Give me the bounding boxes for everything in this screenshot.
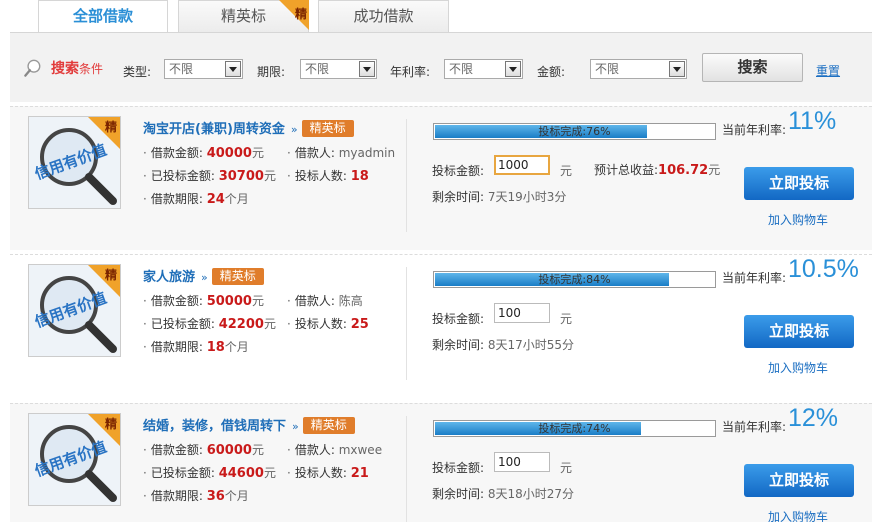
loan-investors: · 投标人数: 21 xyxy=(287,466,369,481)
bid-progress-bar: 投标完成:76% xyxy=(433,123,716,140)
filter-amount-select[interactable]: 不限 xyxy=(590,59,687,79)
filter-amount-label: 金额: xyxy=(537,65,566,79)
search-icon xyxy=(24,59,41,77)
add-to-cart-link[interactable]: 加入购物车 xyxy=(768,508,828,522)
progress-text: 投标完成:74% xyxy=(538,422,611,435)
tab-label: 成功借款 xyxy=(353,7,414,25)
bid-amount-label: 投标金额: xyxy=(432,312,485,326)
elite-badge-text: 精 xyxy=(104,120,117,134)
bid-amount-label: 投标金额: xyxy=(432,461,485,475)
add-to-cart-link[interactable]: 加入购物车 xyxy=(768,359,828,376)
loan-title-row: 淘宝开店(兼职)周转资金 » 精英标 xyxy=(143,118,354,137)
chevron-right-icon: » xyxy=(201,271,208,284)
elite-corner-text: 精 xyxy=(294,7,307,21)
remaining-time: 剩余时间: 8天17小时55分 xyxy=(432,338,575,352)
add-to-cart-link[interactable]: 加入购物车 xyxy=(768,211,828,228)
search-bar: 搜索条件 类型: 不限 期限: 不限 年利率: 不限 金额: 不限 搜索 重置 xyxy=(10,32,872,102)
bid-amount-input[interactable]: 1000 xyxy=(494,155,550,175)
loan-amount: · 借款金额: 40000元 xyxy=(143,146,264,161)
remaining-time: 剩余时间: 8天18小时27分 xyxy=(432,487,575,501)
loan-term: · 借款期限: 36个月 xyxy=(143,489,249,504)
reset-link[interactable]: 重置 xyxy=(816,62,840,79)
invest-now-button[interactable]: 立即投标 xyxy=(744,464,854,497)
loan-title-link[interactable]: 淘宝开店(兼职)周转资金 xyxy=(143,122,285,137)
loan-borrower: · 借款人: 陈高 xyxy=(287,294,363,308)
loan-borrower: · 借款人: myadmin xyxy=(287,146,396,160)
chevron-down-icon xyxy=(669,61,685,77)
loan-invested: · 已投标金额: 42200元 xyxy=(143,317,276,332)
loan-title-link[interactable]: 结婚，装修，借钱周转下 xyxy=(143,419,286,434)
filter-rate-label: 年利率: xyxy=(390,65,431,79)
filter-type-label: 类型: xyxy=(123,65,152,79)
progress-text: 投标完成:76% xyxy=(538,125,611,138)
loan-thumbnail[interactable]: 信用有价值 精 xyxy=(28,413,121,506)
divider xyxy=(406,119,407,232)
elite-tag: 精英标 xyxy=(302,417,355,434)
loan-title-row: 家人旅游 » 精英标 xyxy=(143,266,264,285)
loan-thumbnail[interactable]: 信用有价值 精 xyxy=(28,116,121,209)
elite-badge-text: 精 xyxy=(104,417,117,431)
bid-amount-unit: 元 xyxy=(560,461,573,475)
annual-rate-label: 当前年利率: xyxy=(722,271,787,285)
chevron-right-icon: » xyxy=(292,420,299,433)
filter-term-select[interactable]: 不限 xyxy=(300,59,377,79)
annual-rate-label: 当前年利率: xyxy=(722,420,787,434)
annual-rate-value: 12% xyxy=(788,404,839,432)
bid-amount-label: 投标金额: xyxy=(432,164,485,178)
progress-text: 投标完成:84% xyxy=(538,273,611,286)
tab-elite[interactable]: 精英标 精 xyxy=(178,0,309,32)
loan-term: · 借款期限: 24个月 xyxy=(143,192,249,207)
bid-amount-unit: 元 xyxy=(560,164,573,178)
search-title: 搜索条件 xyxy=(51,61,104,77)
loan-card: 信用有价值 精 淘宝开店(兼职)周转资金 » 精英标 · 借款金额: 40000元 ·… xyxy=(10,106,872,250)
invest-now-button[interactable]: 立即投标 xyxy=(744,315,854,348)
loan-title-link[interactable]: 家人旅游 xyxy=(143,270,195,285)
loan-investors: · 投标人数: 18 xyxy=(287,169,369,184)
bid-amount-input[interactable]: 100 xyxy=(494,303,550,323)
loan-amount: · 借款金额: 60000元 xyxy=(143,443,264,458)
loan-title-row: 结婚，装修，借钱周转下 » 精英标 xyxy=(143,415,355,434)
tab-label: 精英标 xyxy=(220,7,266,25)
loan-card: 信用有价值 精 结婚，装修，借钱周转下 » 精英标 · 借款金额: 60000元 · 借… xyxy=(10,403,872,522)
bid-progress-bar: 投标完成:74% xyxy=(433,420,716,437)
loan-tabs: 全部借款 精英标 精 成功借款 xyxy=(0,0,889,33)
divider xyxy=(406,267,407,380)
remaining-time: 剩余时间: 7天19小时3分 xyxy=(432,190,567,204)
chevron-right-icon: » xyxy=(290,123,298,136)
tab-all-loans[interactable]: 全部借款 xyxy=(38,0,168,33)
loan-card: 信用有价值 精 家人旅游» 精英标 · 借款金额: 50000元 · 借款人: 陈高 … xyxy=(10,254,872,398)
divider xyxy=(406,416,407,522)
annual-rate-label: 当前年利率: xyxy=(722,123,787,137)
annual-rate-value: 10.5% xyxy=(788,255,859,283)
loan-investors: · 投标人数: 25 xyxy=(287,317,369,332)
elite-badge-text: 精 xyxy=(104,268,117,282)
expected-profit: 预计总收益:106.72元 xyxy=(594,163,721,178)
search-button[interactable]: 搜索 xyxy=(702,53,803,82)
elite-tag: 精英标 xyxy=(301,120,354,137)
tab-successful-loans[interactable]: 成功借款 xyxy=(318,0,449,32)
elite-tag: 精英标 xyxy=(211,268,264,285)
bid-progress-bar: 投标完成:84% xyxy=(433,271,716,288)
chevron-down-icon xyxy=(359,61,375,77)
loan-thumbnail[interactable]: 信用有价值 精 xyxy=(28,264,121,357)
annual-rate-value: 11% xyxy=(788,107,837,135)
invest-now-button[interactable]: 立即投标 xyxy=(744,167,854,200)
bid-amount-input[interactable]: 100 xyxy=(494,452,550,472)
loan-invested: · 已投标金额: 30700元 xyxy=(143,169,276,184)
filter-type-select[interactable]: 不限 xyxy=(164,59,243,79)
loan-invested: · 已投标金额: 44600元 xyxy=(143,466,276,481)
filter-term-label: 期限: xyxy=(257,65,286,79)
filter-rate-select[interactable]: 不限 xyxy=(444,59,523,79)
loan-term: · 借款期限: 18个月 xyxy=(143,340,249,355)
loan-borrower: · 借款人: mxwee xyxy=(287,443,383,457)
loan-amount: · 借款金额: 50000元 xyxy=(143,294,264,309)
tab-label: 全部借款 xyxy=(72,7,133,25)
chevron-down-icon xyxy=(505,61,521,77)
bid-amount-unit: 元 xyxy=(560,312,573,326)
chevron-down-icon xyxy=(225,61,241,77)
